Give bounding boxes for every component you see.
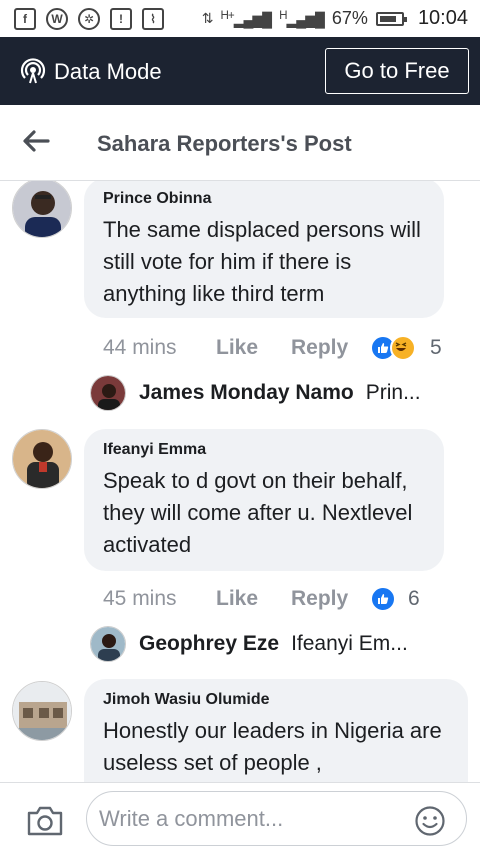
avatar[interactable]: [12, 181, 72, 238]
reply-preview[interactable]: Geophrey Eze Ifeanyi Em...: [90, 626, 408, 662]
comment-text: The same displaced persons will still vo…: [103, 217, 421, 306]
wordpress-icon: W: [46, 7, 68, 30]
reaction-count: 6: [408, 587, 420, 610]
comment-composer: [0, 782, 480, 855]
sim-alert-icon: !: [110, 7, 132, 30]
broadcast-icon: [20, 58, 46, 84]
vibrate-icon: ⇅: [201, 10, 214, 26]
comment-time[interactable]: 44 mins: [103, 336, 216, 360]
facebook-icon: f: [14, 7, 36, 30]
like-button[interactable]: Like: [216, 336, 291, 360]
comment-bubble[interactable]: Ifeanyi Emma Speak to d govt on their be…: [84, 429, 444, 571]
reply-button[interactable]: Reply: [291, 587, 348, 611]
battery-icon: [375, 11, 407, 26]
comment-author[interactable]: Jimoh Wasiu Olumide: [103, 691, 454, 709]
comment-text: Speak to d govt on their behalf, they wi…: [103, 468, 413, 557]
comment-bubble[interactable]: Prince Obinna The same displaced persons…: [84, 181, 444, 318]
reply-author: James Monday Namo: [139, 381, 354, 404]
camera-icon[interactable]: [26, 805, 64, 837]
post-header: Sahara Reporters's Post: [0, 105, 480, 181]
comment-text: Honestly our leaders in Nigeria are usel…: [103, 718, 442, 775]
reply-author: Geophrey Eze: [139, 632, 280, 655]
reaction-summary[interactable]: 6: [370, 584, 420, 614]
reply-snippet: Prin...: [365, 381, 421, 404]
status-bar: f W ✲ ! ⌇ ⇅ H+▂▄▆█ H▂▄▆█ 67% 10:04: [0, 0, 480, 37]
like-button[interactable]: Like: [216, 587, 291, 611]
clock: 10:04: [417, 7, 468, 29]
comment-actions: 45 mins Like Reply: [103, 584, 348, 614]
activity-icon: ⌇: [142, 7, 164, 30]
data-mode-label: Data Mode: [54, 59, 162, 84]
avatar[interactable]: [12, 681, 72, 741]
back-arrow-icon[interactable]: [22, 129, 50, 153]
signal-icon-2: H▂▄▆█: [279, 8, 325, 28]
comments-list[interactable]: Prince Obinna The same displaced persons…: [0, 181, 480, 782]
page-title: Sahara Reporters's Post: [97, 131, 352, 156]
haha-reaction-icon: [390, 335, 416, 361]
comment-input[interactable]: [86, 791, 467, 846]
signal-icon-1: H+▂▄▆█: [220, 8, 273, 28]
comment-author[interactable]: Ifeanyi Emma: [103, 441, 430, 459]
reply-preview[interactable]: James Monday Namo Prin...: [90, 375, 421, 411]
avatar[interactable]: [12, 429, 72, 489]
reply-snippet: Ifeanyi Em...: [291, 632, 408, 655]
battery-percent: 67%: [331, 8, 368, 28]
reply-avatar: [90, 626, 126, 662]
comment-author[interactable]: Prince Obinna: [103, 190, 430, 208]
like-reaction-icon: [370, 586, 396, 612]
emoji-icon[interactable]: [414, 805, 446, 837]
aperture-icon: ✲: [78, 7, 100, 30]
comment-time[interactable]: 45 mins: [103, 587, 216, 611]
comment-actions: 44 mins Like Reply: [103, 333, 348, 363]
reply-button[interactable]: Reply: [291, 336, 348, 360]
reply-avatar: [90, 375, 126, 411]
comment-bubble[interactable]: Jimoh Wasiu Olumide Honestly our leaders…: [84, 679, 468, 782]
data-mode-bar: Data Mode Go to Free: [0, 37, 480, 105]
reaction-summary[interactable]: 5: [370, 333, 442, 363]
reaction-count: 5: [430, 336, 442, 359]
go-to-free-button[interactable]: Go to Free: [325, 48, 469, 94]
